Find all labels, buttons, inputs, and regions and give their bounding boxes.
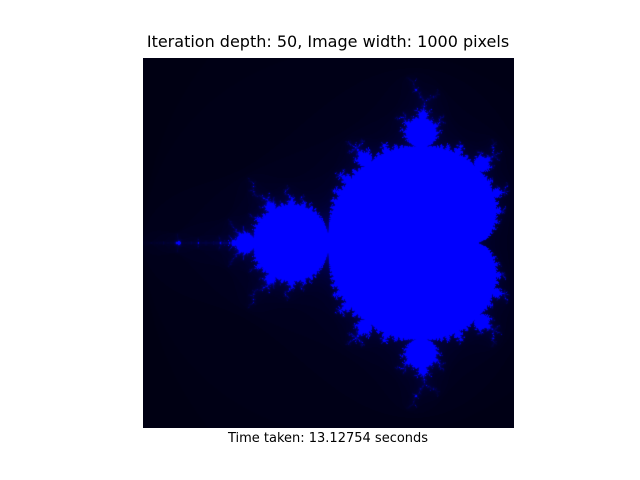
plot-title: Iteration depth: 50, Image width: 1000 p… xyxy=(146,32,510,51)
mandelbrot-image xyxy=(143,58,514,428)
time-taken-label: Time taken: 13.12754 seconds xyxy=(227,431,429,446)
figure: Iteration depth: 50, Image width: 1000 p… xyxy=(0,0,640,480)
